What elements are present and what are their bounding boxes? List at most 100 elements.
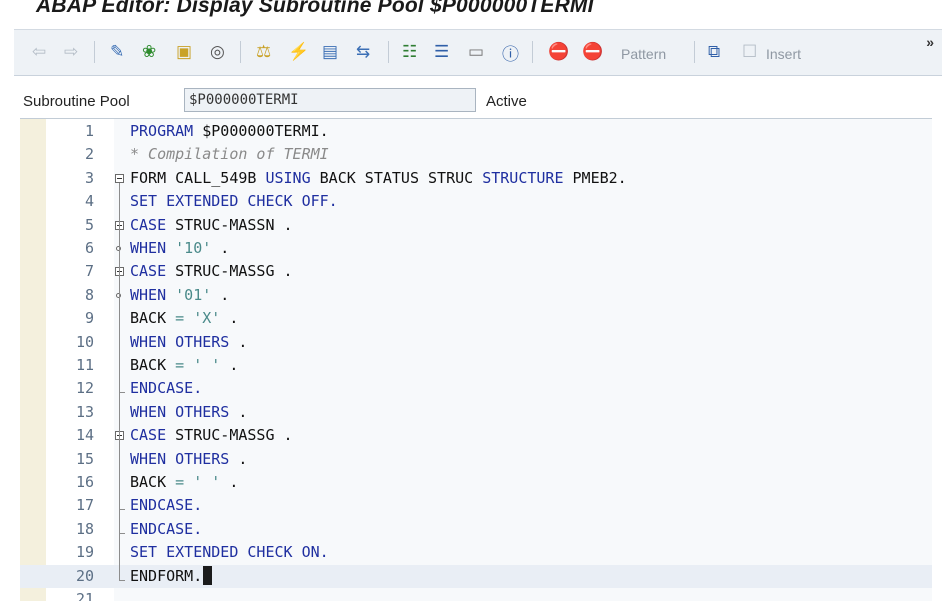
- toolbar-separator: [694, 41, 695, 63]
- code-token: ENDCASE.: [130, 519, 203, 538]
- code-text: WHEN '01' .: [130, 284, 229, 307]
- object-header: Subroutine Pool $P000000TERMI Active: [14, 80, 942, 118]
- line-number: 15: [75, 449, 94, 468]
- code-text: BACK = ' ' .: [130, 354, 238, 377]
- code-line[interactable]: 16 BACK = ' ' .: [20, 471, 932, 494]
- code-token: WHEN OTHERS: [130, 402, 230, 421]
- code-text: CASE STRUC-MASSG .: [130, 260, 293, 283]
- code-text: BACK = 'X' .: [130, 307, 238, 330]
- active-inactive-icon[interactable]: ❀: [142, 41, 156, 63]
- object-list-icon[interactable]: ☰: [434, 41, 449, 63]
- insert-button[interactable]: Insert: [766, 43, 801, 65]
- code-line[interactable]: 4 SET EXTENDED CHECK OFF.: [20, 190, 932, 213]
- code-token: '01': [175, 285, 212, 304]
- line-number: 14: [75, 426, 94, 445]
- code-token: 'X': [193, 309, 221, 328]
- line-number: 4: [84, 192, 94, 211]
- line-number: 7: [84, 262, 94, 281]
- code-text: WHEN OTHERS .: [130, 331, 247, 354]
- other-object-icon[interactable]: ▣: [176, 41, 192, 63]
- code-line[interactable]: 18 ENDCASE.: [20, 518, 932, 541]
- where-used-icon[interactable]: ◎: [210, 41, 225, 63]
- enhance-icon[interactable]: ⧉: [708, 41, 720, 63]
- window-title: ABAP Editor: Display Subroutine Pool $P0…: [36, 0, 594, 17]
- back-arrow-icon[interactable]: ⇦: [32, 41, 46, 63]
- navigate-icon[interactable]: ⇆: [356, 41, 370, 63]
- window-icon[interactable]: ▭: [468, 41, 484, 63]
- code-text: FORM CALL_549B USING BACK STATUS STRUC S…: [130, 167, 627, 190]
- code-line[interactable]: 10 WHEN OTHERS .: [20, 331, 932, 354]
- code-token: STRUC-MASSG .: [166, 262, 293, 281]
- toolbar-separator: [388, 41, 389, 63]
- set-breakpoint-icon[interactable]: ⛔: [548, 41, 569, 63]
- code-line[interactable]: 6 WHEN '10' .: [20, 237, 932, 260]
- code-token: PMEB2.: [563, 168, 627, 187]
- line-number: 13: [75, 402, 94, 421]
- code-line[interactable]: 13 WHEN OTHERS .: [20, 401, 932, 424]
- display-change-icon[interactable]: ✎: [110, 41, 124, 63]
- application-toolbar: ⇦ ⇨ ✎ ❀ ▣ ◎ ⚖ ⚡ ▤ ⇆ ☷ ☰ ▭ ⓘ ⛔ ⛔ Pattern …: [14, 29, 942, 76]
- line-number: 2: [84, 145, 94, 164]
- insert-icon[interactable]: ☐: [742, 41, 757, 63]
- forward-arrow-icon[interactable]: ⇨: [64, 41, 78, 63]
- code-line[interactable]: 19 SET EXTENDED CHECK ON.: [20, 541, 932, 564]
- code-token: =: [166, 309, 194, 328]
- code-text: ENDCASE.: [130, 518, 202, 541]
- code-token: SET EXTENDED CHECK ON.: [130, 543, 329, 562]
- code-token: =: [166, 356, 194, 374]
- status-label: Active: [486, 93, 527, 110]
- code-token: ENDCASE.: [130, 496, 203, 515]
- line-number: 6: [84, 239, 94, 257]
- toolbar-separator: [240, 41, 241, 63]
- code-token: USING: [265, 168, 311, 187]
- code-line[interactable]: 2 * Compilation of TERMI: [20, 143, 932, 166]
- code-line[interactable]: 21: [20, 588, 932, 601]
- code-line[interactable]: 8 WHEN '01' .: [20, 284, 932, 307]
- line-number: 8: [84, 285, 94, 304]
- test-icon[interactable]: ▤: [322, 41, 338, 63]
- code-token: =: [166, 473, 194, 491]
- code-line[interactable]: 7 CASE STRUC-MASSG .: [20, 260, 932, 283]
- pattern-button[interactable]: Pattern: [621, 43, 666, 65]
- info-icon[interactable]: ⓘ: [502, 41, 519, 64]
- collapse-block-icon[interactable]: [115, 173, 124, 183]
- line-number: 17: [75, 496, 94, 515]
- code-text: WHEN OTHERS .: [130, 401, 247, 424]
- code-token: * Compilation of TERMI: [130, 145, 329, 164]
- object-name-field: $P000000TERMI: [184, 88, 476, 112]
- code-token: .: [229, 332, 248, 351]
- line-number: 11: [75, 356, 94, 374]
- code-token: .: [211, 239, 230, 257]
- code-line[interactable]: 5 CASE STRUC-MASSN .: [20, 214, 932, 237]
- code-line[interactable]: 1 PROGRAM $P000000TERMI.: [20, 120, 932, 143]
- code-token: STRUC-MASSG .: [166, 426, 293, 445]
- code-token: ENDCASE.: [130, 379, 203, 398]
- code-editor[interactable]: 1 PROGRAM $P000000TERMI. 2 * Compilation of…: [20, 118, 932, 601]
- object-type-label: Subroutine Pool: [23, 93, 130, 110]
- code-line[interactable]: 12 ENDCASE.: [20, 377, 932, 400]
- code-token: '10': [175, 239, 212, 257]
- code-line[interactable]: 15 WHEN OTHERS .: [20, 448, 932, 471]
- code-line[interactable]: 11 BACK = ' ' .: [20, 354, 932, 377]
- external-breakpoint-icon[interactable]: ⛔: [582, 41, 603, 63]
- code-text: WHEN '10' .: [130, 237, 229, 260]
- line-number: 10: [75, 332, 94, 351]
- hierarchy-icon[interactable]: ☷: [402, 41, 417, 63]
- code-line[interactable]: 17 ENDCASE.: [20, 494, 932, 517]
- code-text: CASE STRUC-MASSN .: [130, 214, 293, 237]
- code-token: CASE: [130, 215, 167, 234]
- check-icon[interactable]: ⚖: [256, 41, 271, 63]
- code-line[interactable]: 3 FORM CALL_549B USING BACK STATUS STRUC …: [20, 167, 932, 190]
- line-number: 1: [84, 122, 94, 140]
- more-toolbar-icon[interactable]: »: [926, 34, 934, 50]
- code-text: ENDCASE.: [130, 377, 202, 400]
- code-token: PROGRAM: [130, 122, 194, 140]
- code-line[interactable]: 14 CASE STRUC-MASSG .: [20, 424, 932, 447]
- code-token: CALL_549B: [166, 168, 266, 187]
- code-token: ' ': [193, 356, 221, 374]
- code-line[interactable]: 9 BACK = 'X' .: [20, 307, 932, 330]
- code-text: * Compilation of TERMI: [130, 143, 329, 166]
- activate-icon[interactable]: ⚡: [288, 41, 309, 63]
- code-line[interactable]: 20 ENDFORM.: [20, 564, 932, 588]
